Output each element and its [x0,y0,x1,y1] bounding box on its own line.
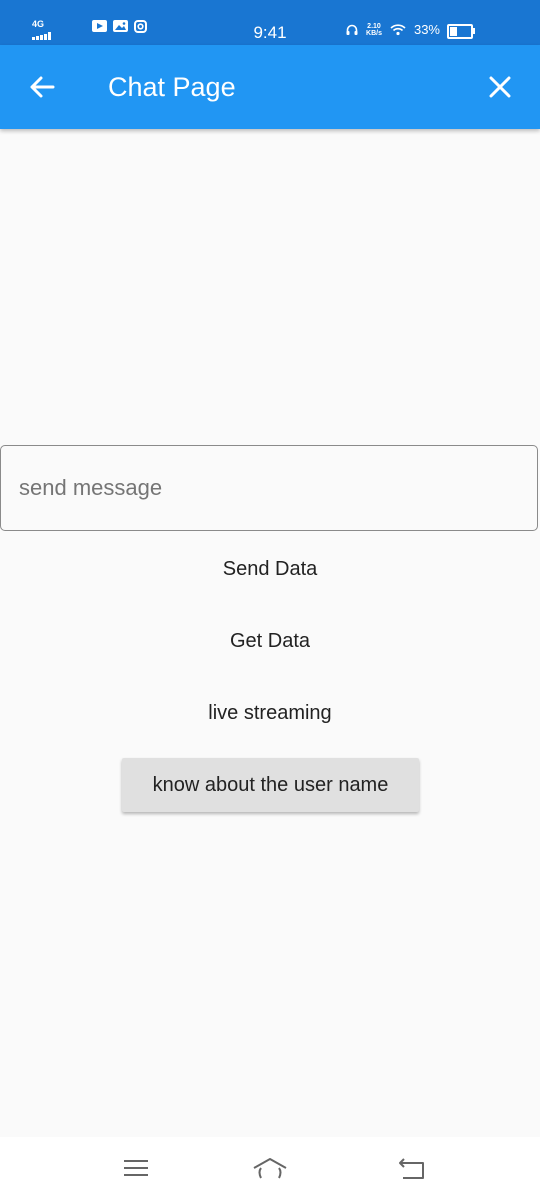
battery-percent: 33% [413,22,440,37]
system-nav-bar [0,1137,540,1200]
headphones-icon [346,24,358,35]
home-icon [253,1158,287,1179]
speed-value: 2.10 [367,22,381,30]
close-icon [489,76,511,98]
battery-tip [473,28,475,34]
status-right-icons: 2.10 KB/s 33% [346,22,440,37]
get-data-button[interactable]: Get Data [0,630,540,653]
menu-icon [124,1160,148,1176]
app-bar: Chat Page [0,45,540,129]
battery-icon [447,24,473,39]
know-user-name-button[interactable]: know about the user name [122,758,419,812]
send-data-button[interactable]: Send Data [0,558,540,581]
menu-button[interactable] [116,1151,156,1185]
home-button[interactable] [250,1151,290,1185]
back-icon [399,1158,424,1179]
back-button[interactable] [22,67,62,107]
battery-fill [450,27,457,36]
speed-unit: KB/s [366,29,382,37]
arrow-left-icon [30,76,55,98]
send-message-input[interactable] [0,445,538,531]
network-speed: 2.10 KB/s [366,23,382,37]
back-nav-button[interactable] [392,1151,432,1185]
page-title: Chat Page [108,72,236,102]
wifi-icon [390,23,406,35]
status-bar: 4G 9:41 2.10 KB/s 33% [0,0,540,45]
live-streaming-button[interactable]: live streaming [0,702,540,725]
close-button[interactable] [480,67,520,107]
